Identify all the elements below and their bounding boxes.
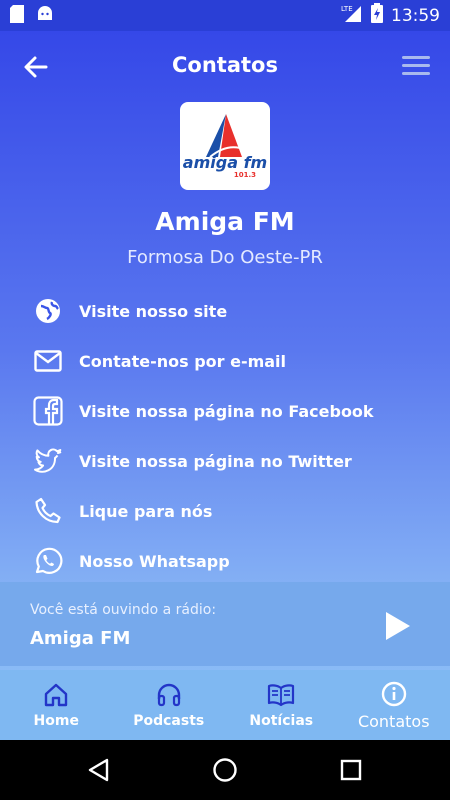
station-logo: amiga fm 101.3 bbox=[180, 102, 270, 190]
player-station-name: Amiga FM bbox=[30, 628, 131, 649]
play-icon bbox=[386, 612, 410, 640]
contact-label: Visite nossa página no Twitter bbox=[79, 451, 352, 471]
contact-list: Visite nosso site Contate-nos por e-mail… bbox=[0, 286, 450, 586]
page-title: Contatos bbox=[172, 53, 278, 77]
nav-home[interactable]: Home bbox=[0, 670, 113, 740]
contact-website[interactable]: Visite nosso site bbox=[0, 286, 450, 336]
android-icon bbox=[36, 5, 54, 27]
android-home-button[interactable] bbox=[212, 757, 238, 783]
contact-label: Visite nosso site bbox=[79, 301, 228, 321]
player-caption: Você está ouvindo a rádio: bbox=[30, 602, 217, 618]
contact-phone[interactable]: Lique para nós bbox=[0, 486, 450, 536]
contact-label: Lique para nós bbox=[79, 501, 213, 521]
station-location: Formosa Do Oeste-PR bbox=[127, 247, 323, 268]
contact-facebook[interactable]: Visite nossa página no Facebook bbox=[0, 386, 450, 436]
nav-podcasts[interactable]: Podcasts bbox=[113, 670, 226, 740]
app-screen: Contatos amiga fm 101.3 Amiga FM Formosa… bbox=[0, 31, 450, 740]
hamburger-menu-icon bbox=[402, 56, 430, 75]
contact-twitter[interactable]: Visite nossa página no Twitter bbox=[0, 436, 450, 486]
menu-button[interactable] bbox=[400, 53, 432, 79]
nav-label: Contatos bbox=[357, 711, 430, 731]
sd-card-icon bbox=[10, 4, 24, 27]
nav-contatos[interactable]: Contatos bbox=[338, 670, 450, 740]
android-back-button[interactable] bbox=[86, 757, 112, 783]
player-bar: Você está ouvindo a rádio: Amiga FM bbox=[0, 582, 450, 666]
whatsapp-icon bbox=[32, 545, 64, 577]
android-recents-button[interactable] bbox=[338, 757, 364, 783]
triangle-back-icon bbox=[88, 758, 109, 782]
station-name: Amiga FM bbox=[155, 207, 295, 236]
headphones-icon bbox=[155, 681, 183, 709]
contact-label: Visite nossa página no Facebook bbox=[79, 401, 374, 421]
contact-label: Contate-nos por e-mail bbox=[79, 351, 287, 371]
clock: 13:59 bbox=[391, 5, 440, 26]
nav-noticias[interactable]: Notícias bbox=[225, 670, 338, 740]
status-bar: LTE 13:59 bbox=[0, 0, 450, 31]
logo-frequency: 101.3 bbox=[234, 171, 256, 179]
battery-icon bbox=[371, 3, 383, 28]
play-button[interactable] bbox=[384, 610, 412, 642]
phone-icon bbox=[32, 495, 64, 527]
twitter-icon bbox=[32, 445, 64, 477]
bottom-nav: Home Podcasts Notícias Contatos bbox=[0, 670, 450, 740]
home-icon bbox=[42, 681, 70, 709]
contact-label: Nosso Whatsapp bbox=[79, 551, 230, 571]
book-icon bbox=[267, 681, 295, 709]
nav-label: Home bbox=[33, 713, 79, 729]
square-recents-icon bbox=[340, 759, 362, 781]
contact-whatsapp[interactable]: Nosso Whatsapp bbox=[0, 536, 450, 586]
signal-icon: LTE bbox=[341, 4, 363, 27]
circle-home-icon bbox=[213, 758, 237, 782]
globe-icon bbox=[32, 295, 64, 327]
logo-brand-text: amiga fm bbox=[183, 153, 267, 172]
nav-label: Notícias bbox=[249, 713, 314, 729]
android-nav-bar bbox=[0, 740, 450, 800]
facebook-icon bbox=[32, 395, 64, 427]
header: Contatos bbox=[0, 31, 450, 101]
email-icon bbox=[32, 345, 64, 377]
contact-email[interactable]: Contate-nos por e-mail bbox=[0, 336, 450, 386]
nav-label: Podcasts bbox=[133, 713, 205, 729]
info-icon bbox=[380, 680, 408, 708]
network-label: LTE bbox=[341, 5, 353, 13]
